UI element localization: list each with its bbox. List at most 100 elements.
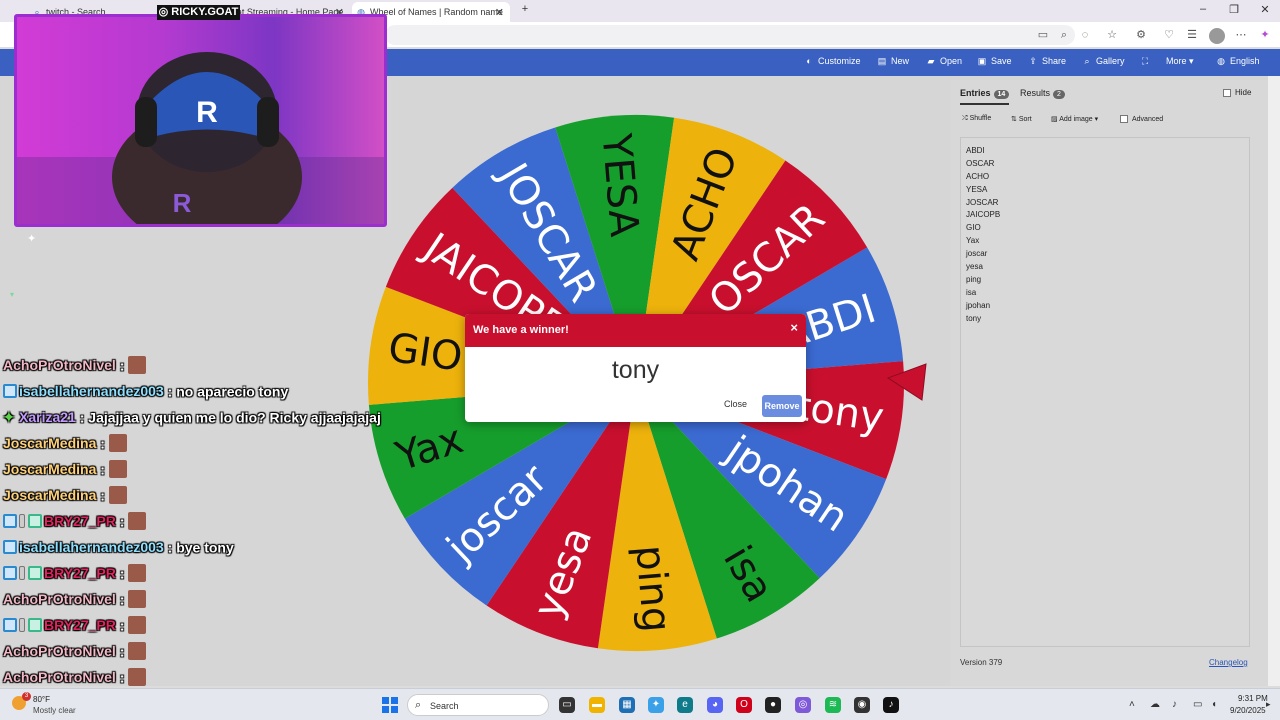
edge-icon[interactable]: e bbox=[677, 697, 693, 713]
folder-icon: ▰ bbox=[927, 56, 935, 66]
profile-avatar-icon[interactable] bbox=[1209, 28, 1225, 44]
speaker-icon[interactable]: ◖ bbox=[1211, 699, 1217, 710]
windows-start-icon[interactable] bbox=[382, 697, 398, 713]
customize-button[interactable]: ◐ Customize bbox=[804, 56, 860, 66]
hide-checkbox[interactable]: Hide bbox=[1223, 88, 1251, 97]
wheel-segment-label: YESA bbox=[593, 131, 647, 239]
close-window-button[interactable]: ✕ bbox=[1250, 3, 1280, 16]
remove-button[interactable]: Remove bbox=[762, 395, 802, 417]
chat-message: JoscarMedina : bbox=[3, 460, 127, 484]
chat-message: BRY27_PR : bbox=[3, 512, 147, 536]
chat-username: BRY27_PR bbox=[44, 513, 116, 530]
reader-icon[interactable]: ◌ bbox=[1078, 28, 1092, 42]
fullscreen-button[interactable]: ⛶ bbox=[1140, 56, 1154, 67]
notifications-icon[interactable]: ▸ bbox=[1266, 699, 1271, 710]
entry-item: ABDI bbox=[966, 146, 985, 155]
spotify-icon[interactable]: ≋ bbox=[825, 697, 841, 713]
search-icon: ⌕ bbox=[415, 699, 422, 711]
collections-icon[interactable]: ☰ bbox=[1185, 28, 1199, 42]
chevron-down-icon: ▾ bbox=[1094, 116, 1099, 123]
more-menu-icon[interactable]: ⋯ bbox=[1234, 28, 1248, 42]
sort-icon: ⇅ bbox=[1011, 116, 1017, 123]
cloud-icon[interactable]: ☁ bbox=[1150, 699, 1160, 710]
scrollbar[interactable] bbox=[1268, 76, 1280, 686]
copilot-app-icon[interactable]: ✦ bbox=[648, 697, 664, 713]
file-explorer-icon[interactable]: ▬ bbox=[589, 697, 605, 713]
chat-separator: : bbox=[163, 539, 177, 556]
dialog-header: We have a winner! × bbox=[465, 314, 806, 347]
entries-textarea[interactable]: ABDI OSCAR ACHO YESA JOSCAR JAICOPB GIO Yax josc… bbox=[960, 137, 1250, 647]
chat-text: bye tony bbox=[176, 539, 234, 556]
shuffle-icon: ⤮ bbox=[962, 115, 968, 122]
clock-time[interactable]: 9:31 PM bbox=[1238, 694, 1268, 703]
changelog-link[interactable]: Changelog bbox=[1209, 658, 1248, 667]
webcam-overlay: R R bbox=[14, 14, 387, 227]
chat-message: JoscarMedina : bbox=[3, 434, 127, 458]
chat-emote-icon bbox=[108, 486, 127, 505]
opera-icon[interactable]: O bbox=[736, 697, 752, 713]
new-button[interactable]: ▤ New bbox=[877, 56, 909, 67]
app-icon[interactable]: ● bbox=[765, 697, 781, 713]
favorite-star-icon[interactable]: ☆ bbox=[1105, 28, 1119, 42]
chat-emote-icon bbox=[128, 616, 147, 635]
open-button[interactable]: ▰ Open bbox=[926, 56, 963, 67]
tab-entries[interactable]: Entries 14 bbox=[960, 88, 1010, 105]
gallery-button[interactable]: ⌕ Gallery bbox=[1082, 56, 1124, 67]
chat-username: AchoPrOtroNivel bbox=[3, 591, 116, 608]
entry-item: isa bbox=[966, 287, 977, 297]
zoom-icon[interactable]: ⌕ bbox=[1057, 28, 1071, 42]
chevron-up-icon[interactable]: ˄ bbox=[1129, 699, 1135, 710]
chat-username: isabellahernandez003 bbox=[19, 383, 164, 400]
new-tab-button[interactable]: + bbox=[510, 3, 540, 15]
weather-description[interactable]: Mostly clear bbox=[33, 706, 76, 715]
extensions-icon[interactable]: ⚙ bbox=[1134, 28, 1148, 42]
maximize-button[interactable]: ❐ bbox=[1219, 3, 1249, 16]
chat-username: AchoPrOtroNivel bbox=[3, 643, 116, 660]
more-button[interactable]: More ▾ bbox=[1166, 56, 1194, 67]
browser-essentials-icon[interactable]: ♡ bbox=[1162, 28, 1176, 42]
add-image-button[interactable]: ▨ Add image ▾ bbox=[1051, 115, 1098, 123]
dialog-title: We have a winner! bbox=[473, 324, 569, 336]
minimize-button[interactable]: – bbox=[1188, 3, 1218, 15]
chat-emote-icon bbox=[128, 590, 147, 609]
close-button[interactable]: Close bbox=[724, 399, 747, 409]
chat-separator: : bbox=[115, 591, 129, 608]
store-icon[interactable]: ▦ bbox=[619, 697, 635, 713]
svg-text:R: R bbox=[173, 188, 192, 218]
sparkle-icon: ▾ bbox=[10, 290, 15, 299]
tiktok-icon[interactable]: ♪ bbox=[883, 697, 899, 713]
chat-emote-icon bbox=[108, 460, 127, 479]
weather-temperature[interactable]: 80°F bbox=[33, 695, 50, 704]
entry-item: Yax bbox=[966, 236, 980, 246]
save-button[interactable]: ▣ Save bbox=[977, 56, 1012, 67]
language-button[interactable]: ◍ English bbox=[1216, 56, 1259, 67]
palette-icon: ◐ bbox=[806, 56, 812, 66]
chat-username: JoscarMedina bbox=[3, 487, 97, 504]
chat-message: JoscarMedina : bbox=[3, 486, 127, 510]
obs-icon[interactable]: ◎ bbox=[795, 697, 811, 713]
sort-button[interactable]: ⇅ Sort bbox=[1011, 115, 1032, 123]
chat-username: BRY27_PR bbox=[44, 617, 116, 634]
chat-message: AchoPrOtroNivel : bbox=[3, 642, 147, 666]
task-view-icon[interactable]: ▭ bbox=[559, 697, 575, 713]
wheel-pointer-icon bbox=[886, 363, 927, 401]
steam-icon[interactable]: ◉ bbox=[854, 697, 870, 713]
url-field[interactable] bbox=[385, 25, 1075, 45]
chat-emote-icon bbox=[108, 434, 127, 453]
close-tab-icon[interactable]: ✕ bbox=[495, 6, 504, 19]
chat-username: BRY27_PR bbox=[44, 565, 116, 582]
advanced-checkbox[interactable]: Advanced bbox=[1120, 115, 1163, 123]
shuffle-button[interactable]: ⤮ Shuffle bbox=[962, 115, 991, 123]
display-icon[interactable]: ▭ bbox=[1193, 699, 1202, 710]
close-icon[interactable]: × bbox=[790, 320, 798, 335]
discord-icon[interactable]: ◕ bbox=[707, 697, 723, 713]
screen-share-icon[interactable]: ▭ bbox=[1036, 28, 1050, 42]
copilot-icon[interactable]: ✦ bbox=[1258, 28, 1272, 42]
clock-date[interactable]: 9/20/2025 bbox=[1230, 706, 1266, 715]
entry-item: jpohan bbox=[966, 300, 991, 310]
chat-message: BRY27_PR : bbox=[3, 616, 147, 640]
microphone-icon[interactable]: ♪ bbox=[1172, 699, 1177, 710]
tab-results[interactable]: Results 2 bbox=[1020, 88, 1065, 99]
share-button[interactable]: ⇪ Share bbox=[1028, 56, 1066, 67]
taskbar-search[interactable]: ⌕ Search bbox=[407, 694, 549, 716]
